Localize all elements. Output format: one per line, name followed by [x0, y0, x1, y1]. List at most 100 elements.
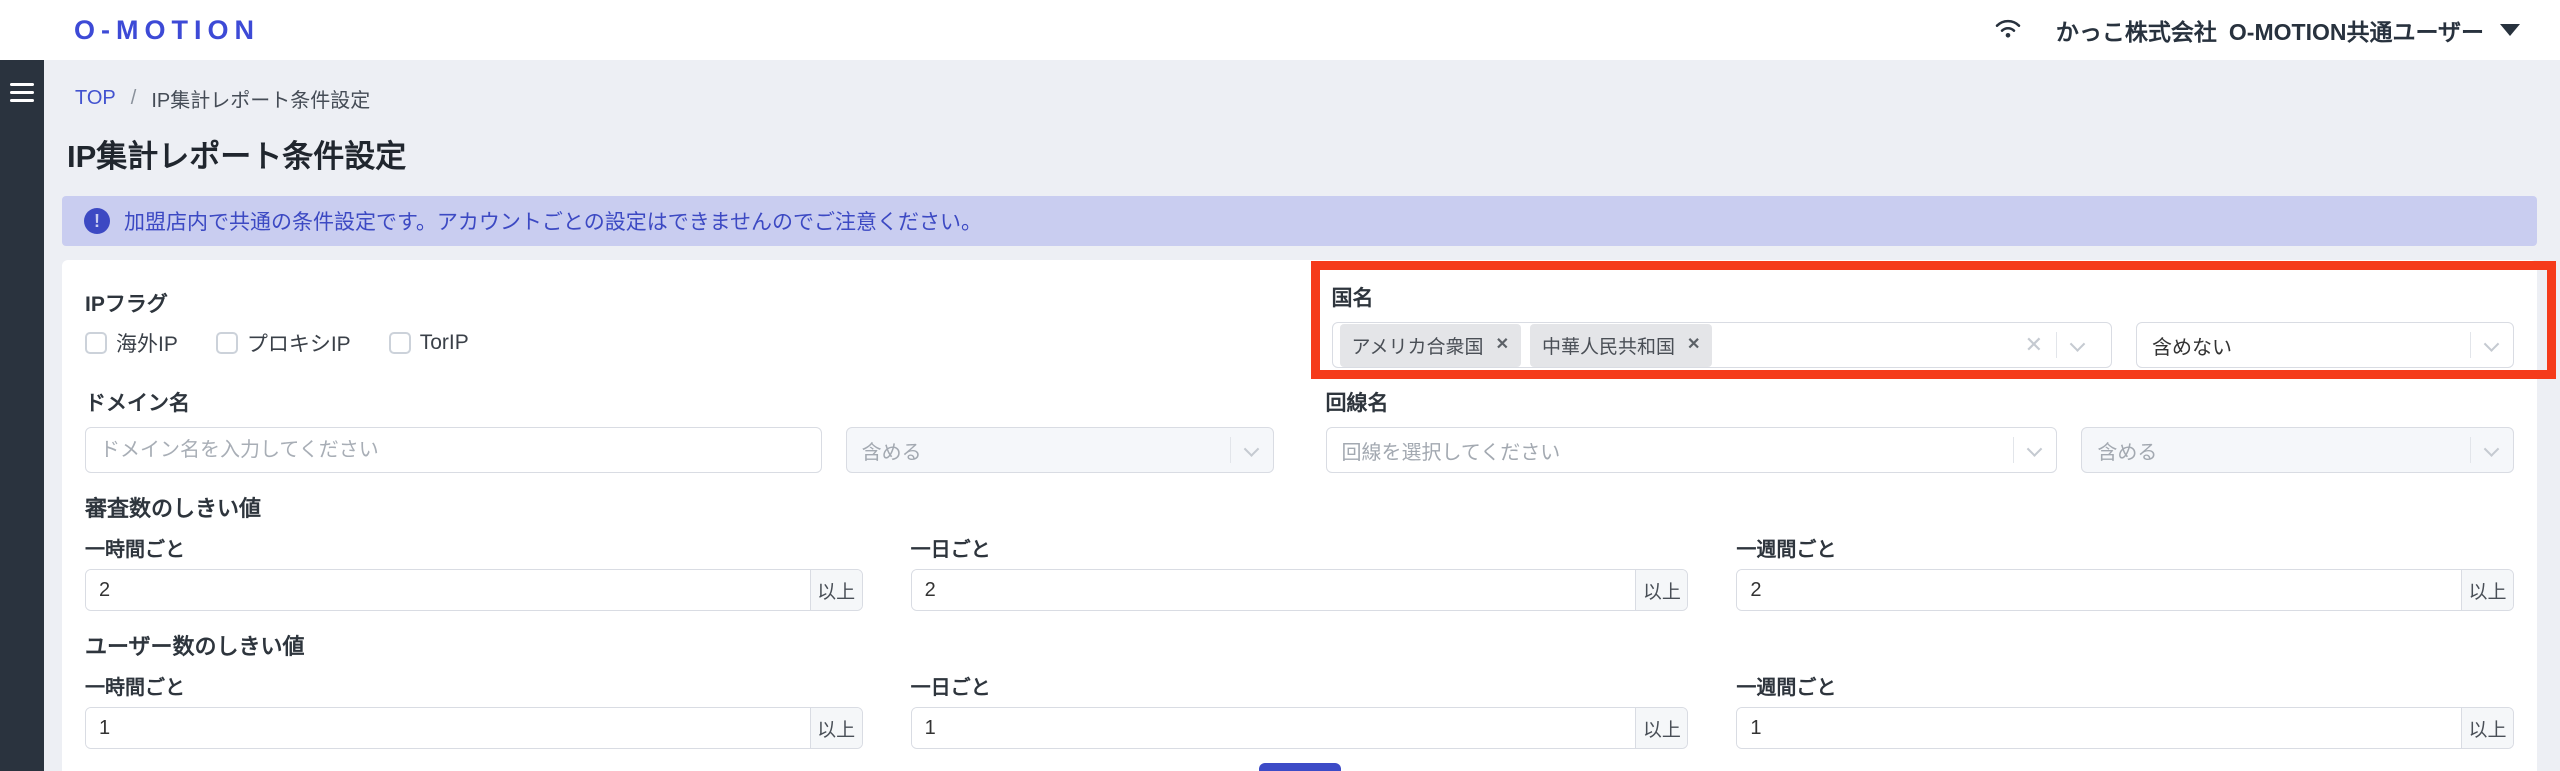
breadcrumb: TOP / IP集計レポート条件設定 — [75, 84, 2537, 113]
user-hourly-group: 以上 — [85, 707, 863, 749]
chevron-down-icon[interactable] — [2027, 440, 2043, 457]
sidebar — [0, 60, 44, 771]
checkbox-proxy-ip[interactable]: プロキシIP — [215, 328, 351, 358]
app-logo[interactable]: O-MOTION — [74, 15, 260, 46]
divider — [2013, 437, 2015, 463]
user-area: かっこ株式会社 O-MOTION共通ユーザー — [1994, 13, 2520, 47]
checkbox-icon[interactable] — [85, 332, 107, 354]
user-name: O-MOTION共通ユーザー — [2228, 19, 2484, 45]
hamburger-menu-icon[interactable] — [10, 78, 34, 107]
user-daily-field: 一日ごと 以上 — [910, 671, 1689, 749]
country-multiselect[interactable]: アメリカ合衆国 ✕ 中華人民共和国 ✕ ✕ — [1331, 322, 2112, 368]
checkbox-label: TorIP — [419, 331, 469, 354]
clear-all-icon[interactable]: ✕ — [2025, 334, 2043, 356]
sub-label: 一週間ごと — [1736, 677, 1837, 699]
checkbox-label: 海外IP — [116, 333, 178, 356]
select-controls — [1229, 428, 1273, 472]
line-label: 回線名 — [1325, 392, 1389, 415]
review-daily-group: 以上 — [910, 569, 1689, 611]
review-threshold-label: 審査数のしきい値 — [85, 496, 262, 521]
ip-flag-label: IPフラグ — [85, 293, 168, 316]
sub-label: 一時間ごと — [85, 539, 185, 561]
user-weekly-input[interactable] — [1737, 708, 2461, 748]
user-threshold-row: 一時間ごと 以上 一日ごと 以上 一週間ごと — [85, 671, 2514, 749]
ip-flag-field: IPフラグ 海外IP プロキシIP TorIP — [85, 288, 1274, 358]
review-daily-input[interactable] — [911, 570, 1636, 610]
checkbox-overseas-ip[interactable]: 海外IP — [85, 328, 178, 358]
chevron-down-icon[interactable] — [2483, 440, 2500, 457]
checkbox-icon[interactable] — [215, 332, 238, 354]
wifi-icon — [1994, 17, 2022, 44]
caret-down-icon[interactable] — [2500, 24, 2520, 36]
domain-input[interactable] — [85, 427, 822, 473]
checkbox-tor-ip[interactable]: TorIP — [388, 331, 469, 355]
company-name: かっこ株式会社 — [2055, 19, 2217, 45]
threshold-suffix: 以上 — [2461, 708, 2513, 748]
review-daily-field: 一日ごと 以上 — [910, 533, 1689, 611]
user-daily-input[interactable] — [911, 708, 1636, 748]
country-tag: アメリカ合衆国 ✕ — [1339, 323, 1521, 367]
chevron-down-icon[interactable] — [1243, 440, 1259, 457]
content-area: TOP / IP集計レポート条件設定 IP集計レポート条件設定 ! 加盟店内で共… — [44, 60, 2560, 771]
country-tag-label: 中華人民共和国 — [1541, 336, 1675, 358]
user-hourly-input[interactable] — [86, 708, 810, 748]
threshold-suffix: 以上 — [809, 570, 862, 610]
country-mode-select[interactable]: 含めない — [2136, 322, 2514, 368]
breadcrumb-top-link[interactable]: TOP — [75, 87, 116, 110]
country-controls: アメリカ合衆国 ✕ 中華人民共和国 ✕ ✕ 含めない — [1331, 322, 2514, 368]
country-tag-label: アメリカ合衆国 — [1351, 336, 1484, 358]
review-weekly-field: 一週間ごと 以上 — [1736, 533, 2514, 611]
divider — [2470, 332, 2471, 358]
user-threshold-label: ユーザー数のしきい値 — [85, 634, 305, 659]
review-hourly-group: 以上 — [85, 569, 863, 611]
line-field: 回線名 回線を選択してください 含める — [1325, 387, 2514, 473]
multiselect-controls: ✕ — [2025, 323, 2099, 367]
user-hourly-field: 一時間ごと 以上 — [85, 671, 863, 749]
chevron-down-icon[interactable] — [2483, 335, 2500, 352]
domain-label: ドメイン名 — [85, 392, 190, 415]
info-icon: ! — [84, 208, 110, 234]
settings-form-card: IPフラグ 海外IP プロキシIP TorIP 国名 アメリカ合衆国 ✕ 中華人… — [62, 260, 2556, 771]
user-menu[interactable]: かっこ株式会社 O-MOTION共通ユーザー — [2056, 13, 2520, 47]
checkbox-icon[interactable] — [388, 332, 411, 354]
sub-label: 一日ごと — [910, 677, 991, 699]
top-bar: O-MOTION かっこ株式会社 O-MOTION共通ユーザー — [0, 0, 2560, 60]
domain-controls: 含める — [85, 427, 1274, 473]
breadcrumb-separator: / — [130, 87, 137, 109]
line-mode-select[interactable]: 含める — [2081, 427, 2514, 473]
country-tag: 中華人民共和国 ✕ — [1529, 323, 1713, 367]
review-weekly-input[interactable] — [1737, 570, 2461, 610]
divider — [1229, 437, 1231, 463]
country-field-highlight: 国名 アメリカ合衆国 ✕ 中華人民共和国 ✕ ✕ 含めない — [1310, 261, 2556, 379]
user-weekly-group: 以上 — [1736, 707, 2514, 749]
line-select[interactable]: 回線を選択してください — [1325, 427, 2058, 473]
domain-mode-select[interactable]: 含める — [845, 427, 1274, 473]
divider — [2056, 332, 2057, 358]
page-title: IP集計レポート条件設定 — [67, 139, 407, 174]
country-label: 国名 — [1331, 287, 1374, 310]
select-controls — [2013, 428, 2056, 472]
submit-button[interactable]: 設定 — [1258, 763, 1341, 771]
notice-banner: ! 加盟店内で共通の条件設定です。アカウントごとの設定はできませんのでご注意くだ… — [62, 196, 2537, 246]
chevron-down-icon[interactable] — [2069, 335, 2086, 352]
sub-label: 一時間ごと — [85, 677, 185, 699]
select-controls — [2470, 428, 2513, 472]
form-row-1: IPフラグ 海外IP プロキシIP TorIP 国名 アメリカ合衆国 ✕ 中華人… — [85, 261, 2556, 379]
domain-field: ドメイン名 含める — [85, 387, 1274, 473]
review-hourly-field: 一時間ごと 以上 — [85, 533, 863, 611]
country-mode-value: 含めない — [2152, 336, 2232, 359]
review-hourly-input[interactable] — [86, 570, 810, 610]
main-layout: TOP / IP集計レポート条件設定 IP集計レポート条件設定 ! 加盟店内で共… — [0, 60, 2560, 771]
review-threshold-row: 一時間ごと 以上 一日ごと 以上 一週間ごと — [85, 533, 2514, 611]
line-controls: 回線を選択してください 含める — [1325, 427, 2514, 473]
tag-remove-icon[interactable]: ✕ — [1496, 337, 1509, 353]
select-controls — [2470, 323, 2513, 367]
threshold-suffix: 以上 — [1635, 708, 1688, 748]
submit-row: 設定 — [85, 763, 2514, 771]
user-weekly-field: 一週間ごと 以上 — [1736, 671, 2514, 749]
notice-text: 加盟店内で共通の条件設定です。アカウントごとの設定はできませんのでご注意ください… — [124, 211, 983, 234]
ip-flag-options: 海外IP プロキシIP TorIP — [85, 328, 1274, 358]
tag-remove-icon[interactable]: ✕ — [1687, 337, 1700, 353]
form-row-2: ドメイン名 含める 回線名 — [85, 387, 2514, 473]
sub-label: 一日ごと — [910, 539, 991, 561]
